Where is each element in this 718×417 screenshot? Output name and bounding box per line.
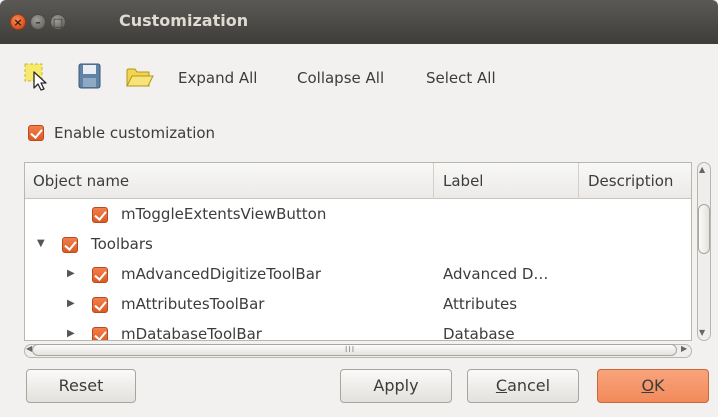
row-checkbox[interactable]	[92, 267, 108, 283]
column-header-label[interactable]: Label	[443, 172, 483, 190]
scroll-down-arrow-icon[interactable]: ▼	[699, 328, 705, 337]
window-title: Customization	[119, 11, 249, 30]
tree-row[interactable]: ▶ mDatabaseToolBar Database	[25, 320, 691, 341]
tree-row[interactable]: mToggleExtentsViewButton	[25, 200, 691, 230]
cancel-label-rest: ancel	[507, 376, 551, 395]
ok-mnemonic: O	[641, 376, 655, 395]
cancel-mnemonic: C	[495, 376, 508, 395]
row-label: Advanced D…	[443, 265, 549, 283]
open-folder-icon[interactable]	[124, 61, 154, 91]
column-header-object-name[interactable]: Object name	[33, 172, 129, 190]
tree-row[interactable]: ▶ mAttributesToolBar Attributes	[25, 290, 691, 320]
object-tree[interactable]: Object name Label Description mToggleExt…	[24, 162, 692, 341]
expander-icon[interactable]: ▶	[67, 328, 75, 339]
horizontal-scrollbar[interactable]: ◀ III ▶	[24, 343, 692, 359]
expand-all-button[interactable]: Expand All	[178, 69, 257, 87]
reset-button[interactable]: Reset	[26, 369, 136, 403]
close-icon: ×	[13, 16, 23, 29]
column-divider[interactable]	[578, 163, 579, 199]
save-icon[interactable]	[74, 61, 104, 91]
maximize-icon: □	[52, 16, 64, 29]
expander-icon[interactable]: ▶	[67, 268, 75, 279]
row-checkbox[interactable]	[92, 207, 108, 223]
maximize-window-button[interactable]: □	[50, 14, 66, 30]
row-label: Attributes	[443, 295, 518, 313]
vertical-scrollbar[interactable]: ▲ ▼	[695, 162, 713, 341]
collapse-all-button[interactable]: Collapse All	[297, 69, 384, 87]
minimize-window-button[interactable]: –	[30, 14, 46, 30]
ok-button[interactable]: OK	[597, 369, 709, 403]
close-window-button[interactable]: ×	[10, 14, 26, 30]
enable-customization-row[interactable]: Enable customization	[28, 124, 215, 142]
scroll-grip-icon: III	[345, 345, 356, 354]
row-object-name: Toolbars	[91, 235, 153, 253]
row-object-name: mAdvancedDigitizeToolBar	[121, 265, 322, 283]
minimize-icon: –	[35, 16, 41, 29]
scroll-right-arrow-icon[interactable]: ▶	[681, 344, 687, 353]
vertical-scroll-thumb[interactable]	[698, 204, 710, 254]
expander-icon[interactable]: ▶	[67, 298, 75, 309]
row-checkbox[interactable]	[92, 297, 108, 313]
horizontal-scroll-thumb[interactable]: III	[32, 344, 677, 356]
cancel-button[interactable]: Cancel	[467, 369, 579, 403]
title-bar: × – □ Customization	[0, 0, 718, 44]
row-checkbox[interactable]	[62, 237, 78, 253]
enable-customization-checkbox[interactable]	[28, 125, 44, 141]
column-header-description[interactable]: Description	[588, 172, 673, 190]
row-label: Database	[443, 325, 515, 341]
enable-customization-label: Enable customization	[54, 124, 216, 142]
row-object-name: mAttributesToolBar	[121, 295, 265, 313]
expander-icon[interactable]: ▼	[37, 238, 45, 249]
tree-row[interactable]: ▼ Toolbars	[25, 230, 691, 260]
tree-header: Object name Label Description	[25, 163, 691, 199]
tree-row[interactable]: ▶ mAdvancedDigitizeToolBar Advanced D…	[25, 260, 691, 290]
row-checkbox[interactable]	[92, 327, 108, 340]
select-widget-icon[interactable]	[22, 61, 52, 91]
select-all-button[interactable]: Select All	[426, 69, 496, 87]
column-divider[interactable]	[433, 163, 434, 199]
apply-button[interactable]: Apply	[340, 369, 452, 403]
row-object-name: mToggleExtentsViewButton	[121, 205, 327, 223]
ok-label-rest: K	[654, 376, 665, 395]
row-object-name: mDatabaseToolBar	[121, 325, 262, 341]
scroll-up-arrow-icon[interactable]: ▲	[699, 165, 705, 174]
